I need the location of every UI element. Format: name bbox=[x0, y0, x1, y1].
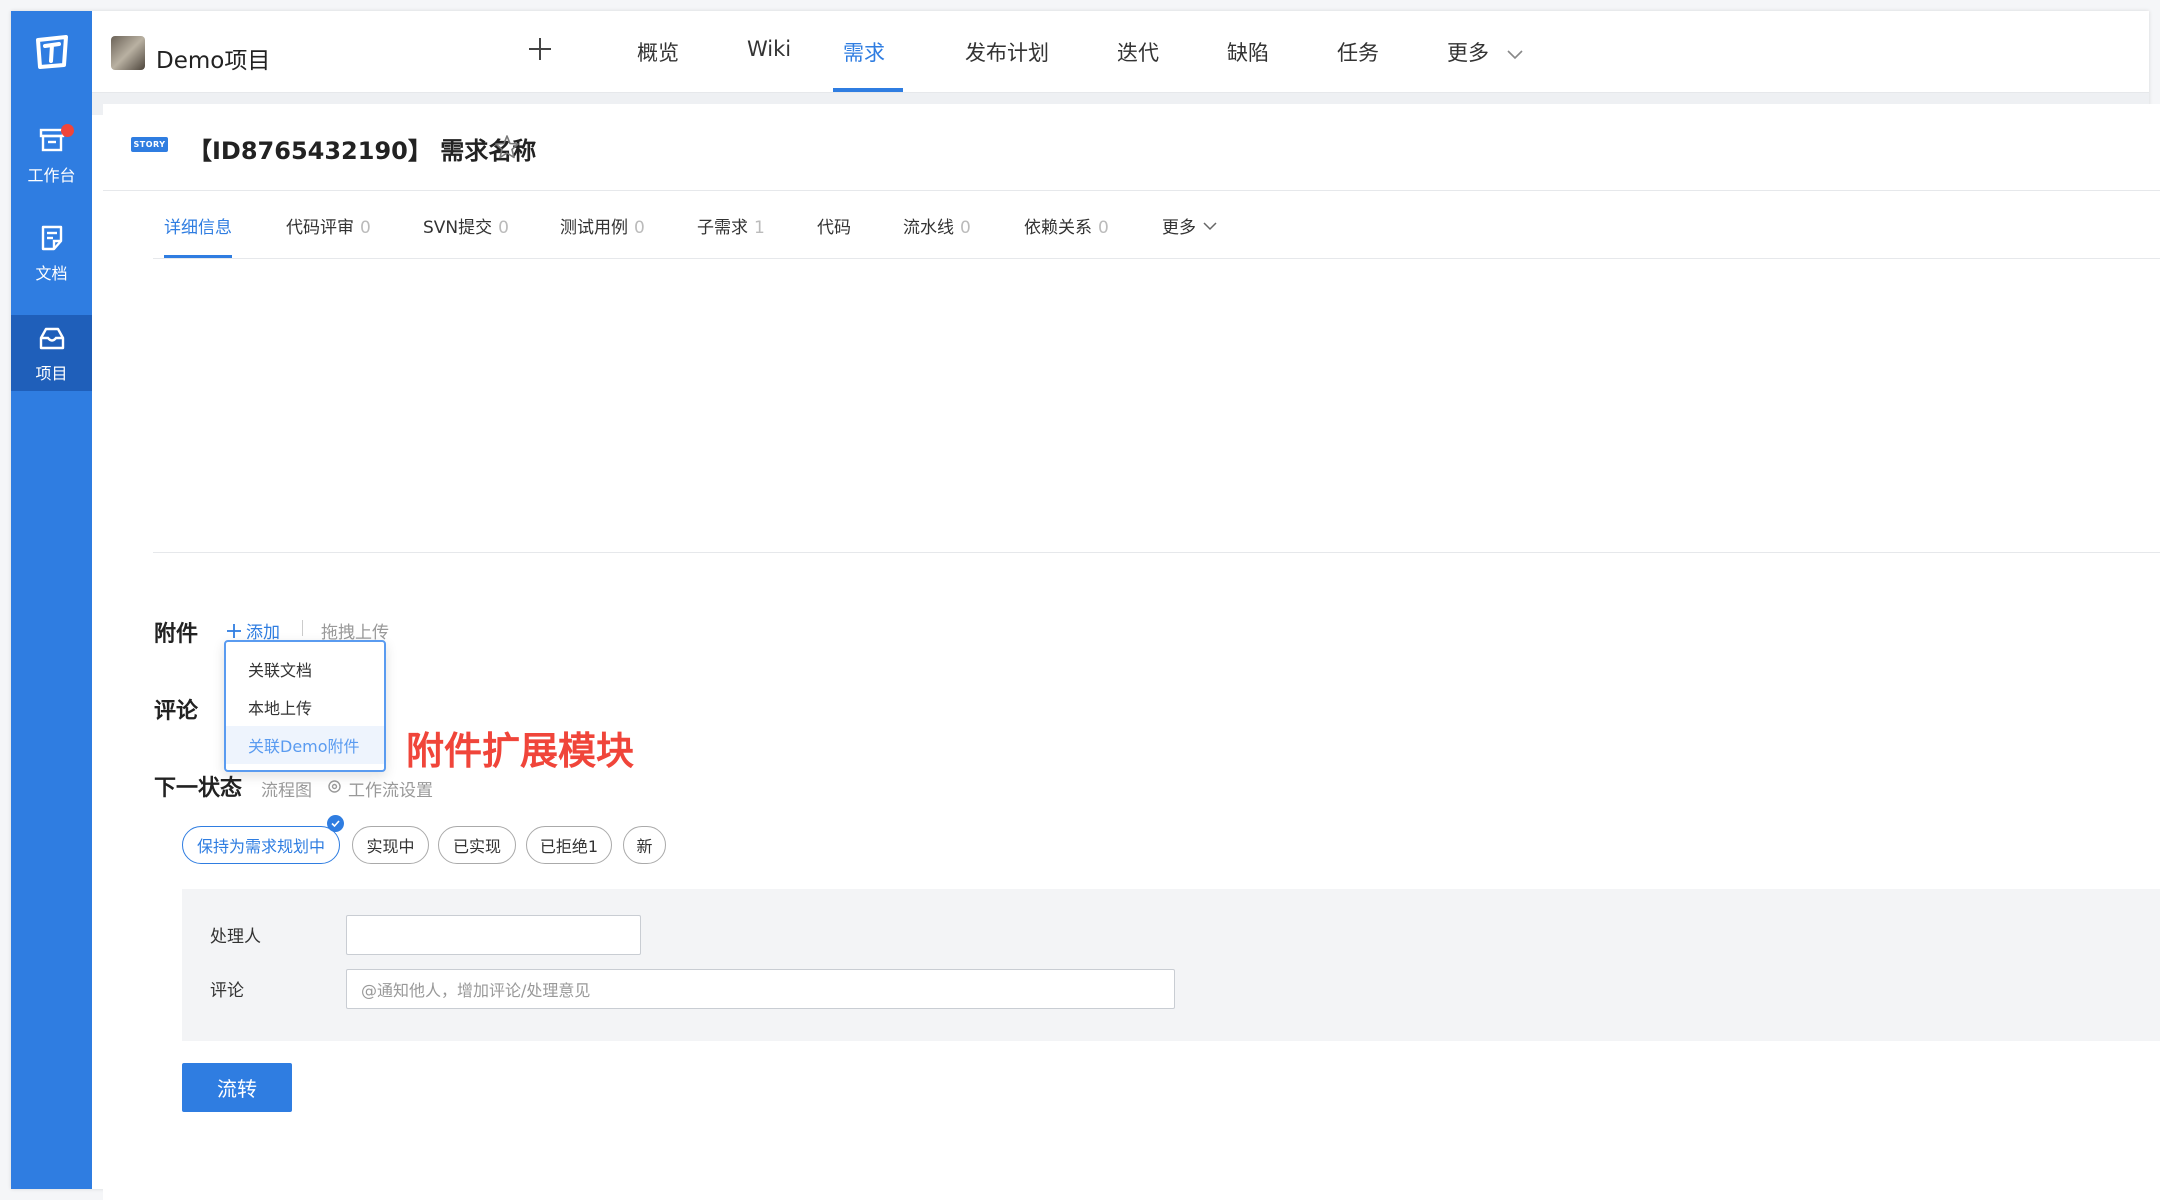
nav-overview[interactable]: 概览 bbox=[637, 37, 679, 67]
tabs-divider bbox=[153, 258, 2160, 259]
page-title: 【ID8765432190】 需求名称 bbox=[188, 137, 537, 165]
tab-label: 依赖关系 bbox=[1024, 218, 1092, 238]
tab-label: SVN提交 bbox=[423, 218, 493, 238]
nav-iterations[interactable]: 迭代 bbox=[1117, 37, 1159, 67]
tab-label: 子需求 bbox=[697, 218, 748, 238]
divider bbox=[302, 620, 303, 636]
tab-test-cases[interactable]: 测试用例 0 bbox=[560, 213, 645, 238]
app-logo-icon[interactable] bbox=[32, 32, 72, 72]
tab-more[interactable]: 更多 bbox=[1162, 213, 1218, 238]
sidebar-item-label: 项目 bbox=[35, 364, 68, 383]
tab-sub-requirements[interactable]: 子需求 1 bbox=[697, 213, 765, 238]
chevron-down-icon bbox=[1203, 221, 1217, 230]
sidebar-item-workbench[interactable]: 工作台 bbox=[11, 117, 92, 193]
tab-count: 0 bbox=[1098, 218, 1109, 238]
menu-item-local-upload[interactable]: 本地上传 bbox=[226, 688, 384, 726]
add-button[interactable] bbox=[520, 29, 560, 69]
plus-icon bbox=[227, 623, 241, 638]
attachments-label: 附件 bbox=[154, 622, 199, 647]
nav-defects[interactable]: 缺陷 bbox=[1227, 37, 1269, 67]
tab-label: 测试用例 bbox=[560, 218, 628, 238]
chevron-down-icon bbox=[1507, 50, 1523, 60]
tab-pipeline[interactable]: 流水线 0 bbox=[903, 213, 971, 238]
sidebar-item-projects[interactable]: 项目 bbox=[11, 315, 92, 391]
tab-label: 更多 bbox=[1162, 218, 1196, 238]
tab-label: 代码 bbox=[817, 218, 851, 238]
flowchart-link[interactable]: 流程图 bbox=[261, 776, 312, 801]
header-divider bbox=[103, 190, 2160, 191]
nav-more[interactable]: 更多 bbox=[1447, 37, 1524, 67]
assignee-label: 处理人 bbox=[210, 927, 261, 947]
tab-count: 0 bbox=[498, 218, 509, 238]
tab-code-review[interactable]: 代码评审 0 bbox=[286, 213, 371, 238]
nav-active-indicator bbox=[833, 88, 903, 92]
state-option-new[interactable]: 新 bbox=[623, 826, 666, 864]
comment-label: 评论 bbox=[210, 981, 244, 1001]
story-badge: STORY bbox=[131, 137, 168, 152]
star-icon[interactable] bbox=[493, 133, 521, 161]
tab-label: 流水线 bbox=[903, 218, 954, 238]
check-icon bbox=[327, 815, 344, 832]
nav-wiki[interactable]: Wiki bbox=[747, 37, 791, 61]
sidebar-item-docs[interactable]: 文档 bbox=[11, 215, 92, 291]
tab-details[interactable]: 详细信息 bbox=[164, 213, 232, 238]
tab-count: 1 bbox=[754, 218, 765, 238]
state-option-in-progress[interactable]: 实现中 bbox=[352, 826, 429, 864]
tab-label: 代码评审 bbox=[286, 218, 354, 238]
sidebar: 工作台 文档 项目 bbox=[11, 11, 92, 1189]
state-option-keep-planning[interactable]: 保持为需求规划中 bbox=[182, 826, 340, 864]
workflow-settings-link[interactable]: 工作流设置 bbox=[348, 776, 433, 801]
nav-tasks[interactable]: 任务 bbox=[1337, 37, 1379, 67]
tab-count: 0 bbox=[360, 218, 371, 238]
tab-count: 0 bbox=[634, 218, 645, 238]
box-icon bbox=[39, 327, 64, 350]
sidebar-item-label: 工作台 bbox=[27, 166, 76, 185]
assignee-input[interactable] bbox=[346, 915, 641, 955]
annotation-text: 附件扩展模块 bbox=[406, 729, 635, 773]
comment-section-label: 评论 bbox=[154, 699, 199, 724]
document-icon bbox=[41, 225, 62, 251]
tab-code[interactable]: 代码 bbox=[817, 213, 851, 238]
tab-count: 0 bbox=[960, 218, 971, 238]
nav-release-plan[interactable]: 发布计划 bbox=[965, 37, 1049, 67]
transition-form bbox=[182, 889, 2160, 1041]
notification-dot bbox=[61, 124, 74, 137]
menu-item-link-demo-attachment[interactable]: 关联Demo附件 bbox=[226, 726, 384, 764]
top-nav-bar: Demo项目 概览 Wiki 需求 发布计划 迭代 缺陷 任务 更多 bbox=[92, 11, 2149, 93]
project-avatar[interactable] bbox=[111, 36, 145, 70]
nav-more-label: 更多 bbox=[1447, 41, 1489, 65]
content-divider bbox=[153, 552, 2160, 553]
state-option-implemented[interactable]: 已实现 bbox=[438, 826, 516, 864]
menu-item-link-document[interactable]: 关联文档 bbox=[226, 650, 384, 688]
tab-label: 详细信息 bbox=[164, 218, 232, 238]
project-name[interactable]: Demo项目 bbox=[156, 41, 270, 75]
gear-icon bbox=[328, 780, 341, 793]
tab-svn[interactable]: SVN提交 0 bbox=[423, 213, 509, 238]
sidebar-item-label: 文档 bbox=[35, 264, 68, 283]
transition-button[interactable]: 流转 bbox=[182, 1063, 292, 1112]
state-option-rejected[interactable]: 已拒绝1 bbox=[526, 826, 612, 864]
tab-dependencies[interactable]: 依赖关系 0 bbox=[1024, 213, 1109, 238]
comment-input[interactable]: @通知他人，增加评论/处理意见 bbox=[346, 969, 1175, 1009]
plus-icon bbox=[529, 38, 551, 60]
nav-requirements[interactable]: 需求 bbox=[843, 37, 885, 67]
attachment-dropdown-menu: 关联文档 本地上传 关联Demo附件 bbox=[224, 640, 386, 772]
next-state-label: 下一状态 bbox=[154, 776, 243, 801]
